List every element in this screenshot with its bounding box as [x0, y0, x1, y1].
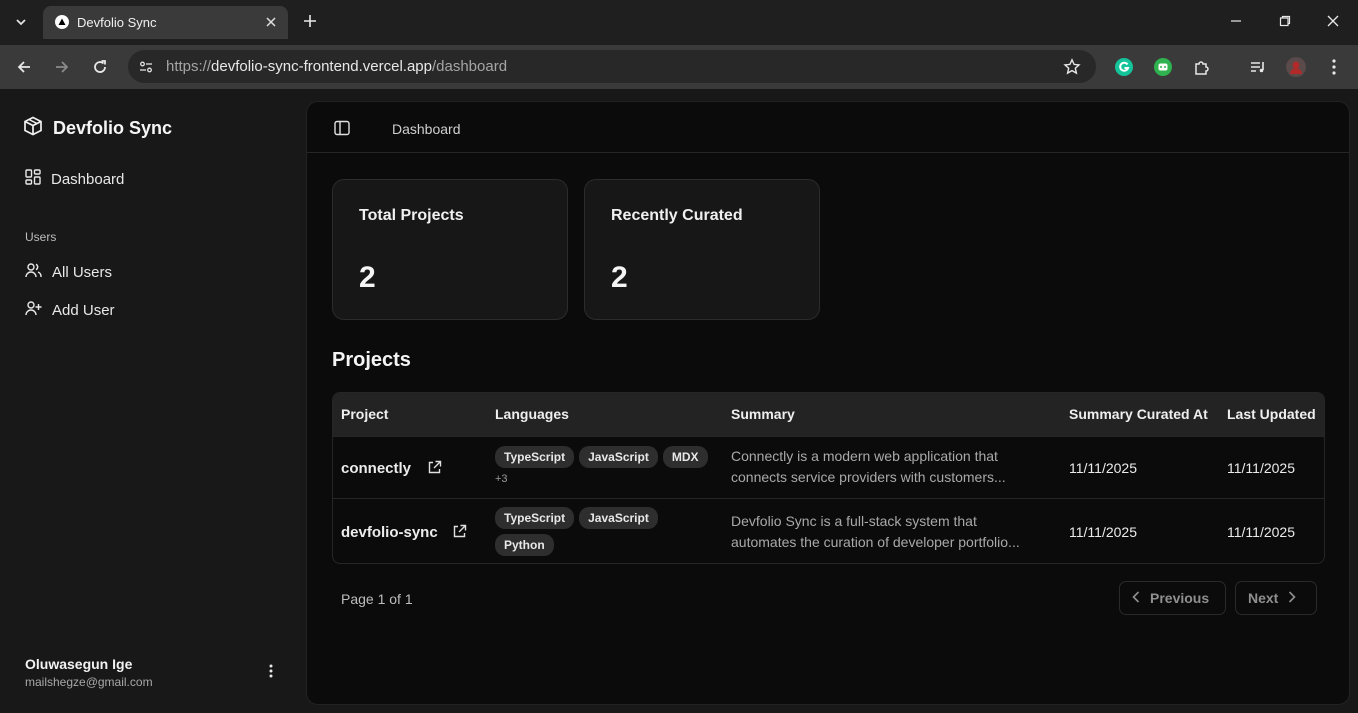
stat-value: 2: [611, 261, 628, 294]
url-path: /dashboard: [431, 58, 508, 75]
summary-line: connects service providers with customer…: [731, 469, 1006, 485]
tab-title: Devfolio Sync: [77, 15, 157, 30]
main-header: Dashboard: [307, 102, 1349, 153]
extensions-puzzle-icon[interactable]: [1192, 57, 1212, 77]
projects-table: Project Languages Summary Summary Curate…: [332, 392, 1325, 564]
browser-tab-strip: Devfolio Sync: [0, 0, 1358, 45]
project-summary: Devfolio Sync is a full-stack system tha…: [731, 511, 1049, 553]
cube-logo-icon: [23, 116, 43, 141]
tab-close-icon[interactable]: [262, 13, 280, 31]
url-text[interactable]: https://devfolio-sync-frontend.vercel.ap…: [166, 58, 507, 75]
grammarly-extension-icon[interactable]: [1114, 57, 1134, 77]
summary-curated-at: 11/11/2025: [1069, 460, 1137, 476]
site-info-icon[interactable]: [136, 57, 156, 77]
column-header-languages[interactable]: Languages: [495, 406, 569, 422]
media-controls-icon[interactable]: [1248, 57, 1268, 77]
sidebar-item-add-user[interactable]: Add User: [25, 300, 115, 320]
current-user[interactable]: Oluwasegun Ige mailshegze@gmail.com: [25, 656, 153, 689]
tab-search-chevron-icon[interactable]: [8, 9, 34, 35]
project-summary: Connectly is a modern web application th…: [731, 446, 1049, 488]
language-badge: JavaScript: [579, 446, 658, 468]
more-languages-count: +3: [495, 473, 508, 485]
url-scheme: https://: [166, 58, 212, 75]
language-badge: TypeScript: [495, 446, 575, 468]
app-root: Devfolio Sync Dashboard Users All Users …: [0, 89, 1358, 713]
users-icon: [25, 262, 42, 282]
vercel-favicon-icon: [55, 15, 69, 29]
url-host: devfolio-sync-frontend.vercel.app: [211, 58, 432, 75]
language-badges: TypeScript JavaScript Python: [495, 507, 720, 556]
user-email: mailshegze@gmail.com: [25, 675, 153, 689]
sidebar-item-label: Dashboard: [51, 170, 125, 188]
projects-title: Projects: [332, 349, 411, 371]
last-updated: 11/11/2025: [1227, 524, 1295, 540]
table-row[interactable]: devfolio-sync TypeScript JavaScript Pyth…: [333, 498, 1324, 563]
column-header-summary[interactable]: Summary: [731, 406, 795, 422]
stat-label: Total Projects: [359, 207, 464, 224]
sidebar-group-users-label: Users: [25, 230, 57, 244]
summary-line: automates the curation of developer port…: [731, 534, 1020, 550]
summary-line: Devfolio Sync is a full-stack system tha…: [731, 513, 977, 529]
sidebar-item-label: All Users: [52, 263, 113, 281]
breadcrumb: Dashboard: [392, 121, 461, 137]
ai-extension-icon[interactable]: [1153, 57, 1173, 77]
brand-name: Devfolio Sync: [53, 118, 173, 138]
next-label: Next: [1248, 590, 1279, 606]
address-bar[interactable]: https://devfolio-sync-frontend.vercel.ap…: [128, 50, 1096, 83]
stat-value: 2: [359, 261, 376, 294]
project-name[interactable]: devfolio-sync: [341, 524, 438, 541]
language-badge: JavaScript: [579, 507, 658, 529]
minimize-icon[interactable]: [1224, 10, 1248, 32]
main-panel: Dashboard Total Projects 2 Recently Cura…: [306, 101, 1350, 705]
pagination-status: Page 1 of 1: [341, 591, 413, 607]
user-plus-icon: [25, 300, 42, 320]
user-menu-kebab-icon[interactable]: [262, 662, 280, 680]
browser-tab-active[interactable]: Devfolio Sync: [43, 6, 288, 39]
forward-arrow-icon[interactable]: [51, 56, 73, 78]
user-name: Oluwasegun Ige: [25, 656, 133, 672]
bookmark-star-icon[interactable]: [1062, 57, 1082, 77]
new-tab-plus-icon[interactable]: [300, 11, 320, 31]
profile-avatar-icon[interactable]: [1286, 57, 1306, 77]
sidebar-item-dashboard[interactable]: Dashboard: [25, 169, 124, 189]
browser-menu-kebab-icon[interactable]: [1324, 57, 1344, 77]
sidebar: Devfolio Sync Dashboard Users All Users …: [0, 89, 300, 713]
external-link-icon[interactable]: [451, 523, 467, 539]
browser-toolbar: https://devfolio-sync-frontend.vercel.ap…: [0, 45, 1358, 89]
external-link-icon[interactable]: [426, 459, 442, 475]
dashboard-grid-icon: [25, 169, 41, 189]
summary-curated-at: 11/11/2025: [1069, 524, 1137, 540]
previous-label: Previous: [1150, 590, 1210, 606]
column-header-project[interactable]: Project: [341, 406, 388, 422]
back-arrow-icon[interactable]: [13, 56, 35, 78]
next-page-button[interactable]: Next: [1235, 581, 1317, 615]
summary-line: Connectly is a modern web application th…: [731, 448, 998, 464]
language-badge: Python: [495, 534, 554, 556]
stat-label: Recently Curated: [611, 207, 743, 224]
restore-icon[interactable]: [1273, 10, 1297, 32]
sidebar-toggle-icon[interactable]: [333, 119, 351, 137]
stat-card-recently-curated: Recently Curated 2: [584, 179, 820, 320]
language-badges: TypeScript JavaScript MDX +3: [495, 446, 720, 485]
stat-card-total-projects: Total Projects 2: [332, 179, 568, 320]
table-row[interactable]: connectly TypeScript JavaScript MDX +3 C…: [333, 436, 1324, 498]
last-updated: 11/11/2025: [1227, 460, 1295, 476]
sidebar-item-all-users[interactable]: All Users: [25, 262, 112, 282]
chevron-left-icon: [1132, 590, 1140, 606]
sidebar-item-label: Add User: [52, 301, 115, 319]
language-badge: TypeScript: [495, 507, 575, 529]
project-name[interactable]: connectly: [341, 460, 411, 477]
table-header: Project Languages Summary Summary Curate…: [333, 393, 1324, 436]
previous-page-button[interactable]: Previous: [1119, 581, 1226, 615]
column-header-last-updated[interactable]: Last Updated: [1227, 406, 1316, 422]
language-badge: MDX: [662, 446, 708, 468]
chevron-right-icon: [1288, 590, 1296, 606]
reload-icon[interactable]: [89, 56, 111, 78]
window-close-icon[interactable]: [1321, 10, 1345, 32]
column-header-summary-curated-at[interactable]: Summary Curated At: [1069, 406, 1208, 422]
brand[interactable]: Devfolio Sync: [23, 116, 172, 141]
